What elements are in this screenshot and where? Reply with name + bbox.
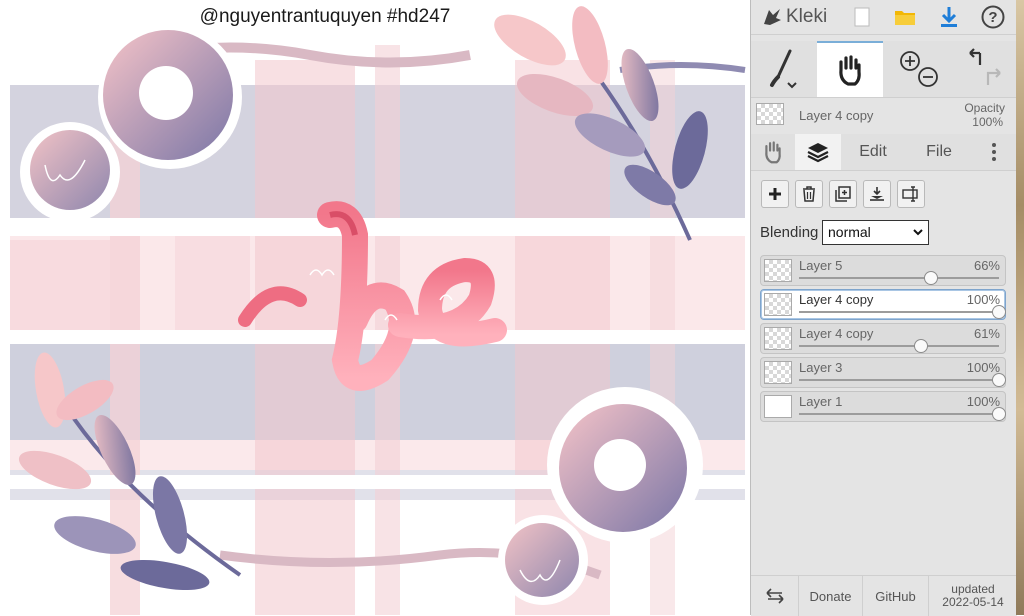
kleki-bird-icon bbox=[764, 9, 781, 25]
layer-name: Layer 4 copy bbox=[799, 292, 874, 307]
drawing-canvas[interactable]: @nguyentrantuquyen #hd247 bbox=[0, 0, 750, 615]
add-layer-button[interactable] bbox=[761, 180, 789, 208]
layer-opacity: 61% bbox=[973, 326, 1000, 341]
current-layer-thumbnail bbox=[756, 103, 784, 125]
layer-actions bbox=[751, 176, 1017, 214]
open-folder-icon[interactable] bbox=[892, 4, 918, 30]
top-bar: Kleki ? bbox=[751, 0, 1017, 35]
blending-value: normal bbox=[828, 224, 871, 240]
donate-link[interactable]: Donate bbox=[799, 576, 863, 616]
layer-thumbnail bbox=[764, 259, 792, 282]
layer-thumbnail bbox=[764, 293, 792, 316]
github-link[interactable]: GitHub bbox=[863, 576, 929, 616]
brush-icon bbox=[770, 49, 797, 89]
artist-watermark: @nguyentrantuquyen #hd247 bbox=[199, 6, 451, 27]
layer-name: Layer 3 bbox=[799, 360, 843, 375]
layer-row-layer-3[interactable]: Layer 3 100% bbox=[760, 357, 1006, 388]
zoom-tools bbox=[891, 41, 947, 97]
hand-tool[interactable] bbox=[817, 41, 883, 97]
swap-arrows-icon bbox=[765, 588, 784, 604]
layer-thumbnail bbox=[764, 327, 792, 350]
panel-tabs: Edit File bbox=[751, 134, 1017, 171]
layer-thumbnail bbox=[764, 361, 792, 384]
hand-icon bbox=[839, 55, 861, 86]
layer-name: Layer 5 bbox=[799, 258, 843, 273]
help-glyph: ? bbox=[988, 8, 998, 26]
duplicate-layer-button[interactable] bbox=[829, 180, 857, 208]
opacity-slider-track[interactable] bbox=[799, 277, 999, 279]
artwork bbox=[0, 6, 750, 615]
opacity-slider-knob[interactable] bbox=[914, 339, 928, 353]
blending-label: Blending bbox=[760, 224, 819, 241]
tab-layers[interactable] bbox=[795, 134, 841, 170]
zoom-out-icon[interactable] bbox=[918, 67, 938, 87]
redo-icon[interactable] bbox=[986, 68, 1001, 85]
help-icon[interactable]: ? bbox=[980, 4, 1006, 30]
layer-row-layer-1[interactable]: Layer 1 100% bbox=[760, 391, 1006, 422]
opacity-slider-knob[interactable] bbox=[992, 305, 1006, 319]
tab-edit[interactable]: Edit bbox=[843, 134, 903, 170]
layer-opacity: 66% bbox=[973, 258, 1000, 273]
blending-select[interactable]: normal bbox=[822, 220, 929, 245]
donut-bottom-right bbox=[547, 387, 703, 543]
layer-row-layer-5[interactable]: Layer 5 66% bbox=[760, 255, 1006, 286]
layer-name: Layer 1 bbox=[799, 394, 843, 409]
merge-down-button[interactable] bbox=[863, 180, 891, 208]
layer-thumbnail bbox=[764, 395, 792, 418]
swap-side-button[interactable] bbox=[751, 576, 799, 616]
undo-icon[interactable] bbox=[969, 48, 982, 65]
merge-down-icon bbox=[870, 187, 884, 201]
opacity-label: Opacity bbox=[964, 101, 1005, 115]
ball-left bbox=[20, 122, 120, 222]
opacity-slider-track[interactable] bbox=[799, 413, 999, 415]
hand-icon bbox=[765, 141, 781, 164]
layer-row-layer-4-copy-selected[interactable]: Layer 4 copy 100% bbox=[760, 289, 1006, 320]
tab-hand[interactable] bbox=[751, 134, 795, 170]
ball-bottom bbox=[498, 515, 588, 605]
more-menu[interactable] bbox=[979, 134, 1009, 170]
opacity-slider-knob[interactable] bbox=[992, 407, 1006, 421]
rename-layer-button[interactable] bbox=[897, 180, 925, 208]
layers-icon bbox=[807, 143, 829, 163]
brush-tool[interactable] bbox=[751, 41, 817, 97]
layer-row-layer-4-copy[interactable]: Layer 4 copy 61% bbox=[760, 323, 1006, 354]
updated-info[interactable]: updated 2022-05-14 bbox=[929, 576, 1017, 616]
delete-layer-button[interactable] bbox=[795, 180, 823, 208]
more-vertical-icon bbox=[992, 143, 996, 161]
download-icon[interactable] bbox=[936, 4, 962, 30]
add-layer-icon bbox=[769, 188, 781, 200]
duplicate-layer-icon bbox=[835, 186, 851, 202]
app-name: Kleki bbox=[786, 6, 828, 27]
rename-layer-icon bbox=[902, 186, 918, 202]
panel-footer: Donate GitHub updated 2022-05-14 bbox=[751, 575, 1017, 616]
tool-row bbox=[751, 41, 1017, 98]
delete-layer-icon bbox=[803, 186, 815, 202]
opacity-value: 100% bbox=[972, 115, 1003, 129]
opacity-slider-track[interactable] bbox=[799, 345, 999, 347]
opacity-slider-knob[interactable] bbox=[992, 373, 1006, 387]
chevron-down-icon bbox=[913, 229, 923, 236]
new-image-icon[interactable] bbox=[849, 4, 875, 30]
current-layer-name: Layer 4 copy bbox=[799, 108, 874, 123]
tab-file[interactable]: File bbox=[909, 134, 969, 170]
zoom-in-icon[interactable] bbox=[900, 51, 920, 71]
background-window-edge bbox=[1016, 0, 1024, 615]
donut-top-left bbox=[98, 25, 242, 169]
layer-name: Layer 4 copy bbox=[799, 326, 874, 341]
opacity-slider-knob[interactable] bbox=[924, 271, 938, 285]
current-layer-info: Layer 4 copy Opacity 100% bbox=[751, 98, 1017, 132]
opacity-slider-track[interactable] bbox=[799, 379, 999, 381]
kleki-side-panel: Kleki ? Layer 4 copy Opacity 100% Edit F… bbox=[750, 0, 1017, 616]
history-tools bbox=[956, 41, 1014, 97]
updated-date: 2022-05-14 bbox=[942, 595, 1004, 609]
opacity-slider-track[interactable] bbox=[799, 311, 999, 313]
kleki-logo[interactable]: Kleki bbox=[761, 4, 827, 30]
